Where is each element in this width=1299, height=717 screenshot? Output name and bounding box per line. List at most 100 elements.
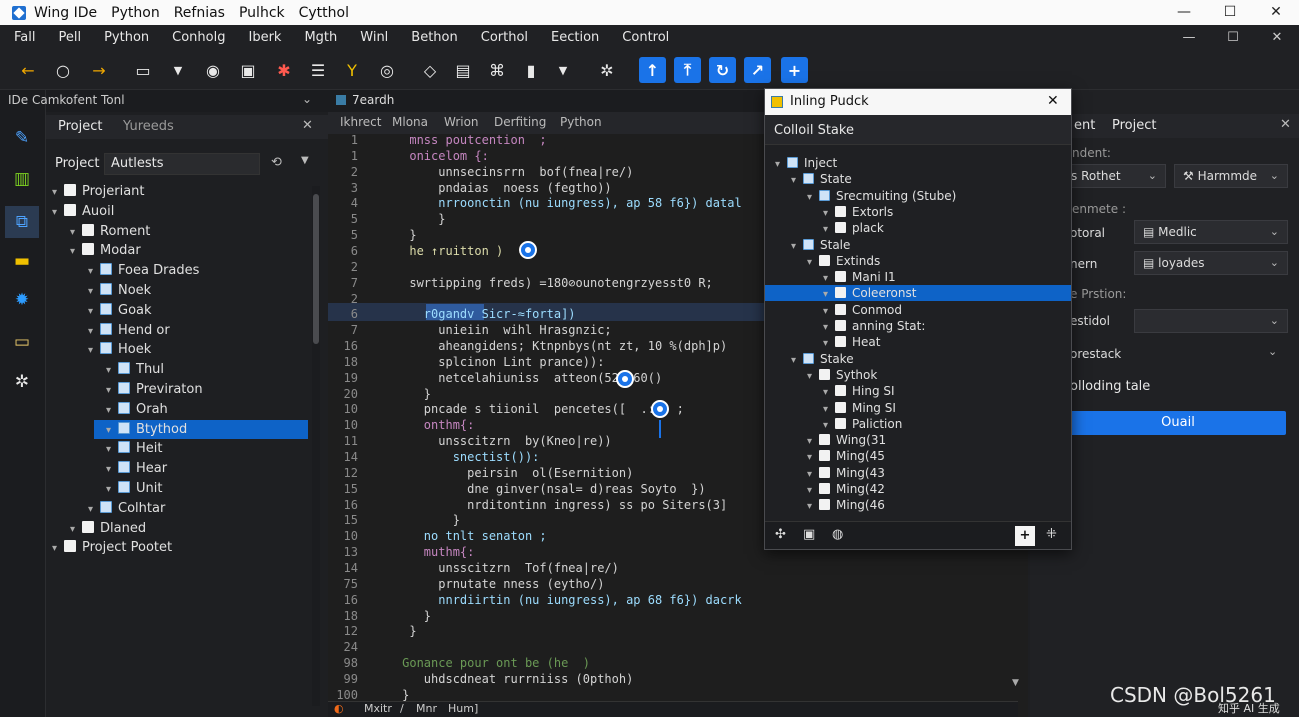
chevron-down-icon[interactable]: ▾ (791, 239, 803, 255)
code-line[interactable]: 75 prnutate nness (eytho/) (328, 576, 768, 592)
code-line[interactable]: 18 } (328, 608, 768, 624)
dropdown[interactable]: ⚒ Harmmde ⌄ (1174, 164, 1288, 188)
popup-tree-item[interactable]: ▾ Inject (775, 155, 837, 171)
step-over-icon[interactable]: ↗ (744, 57, 771, 83)
popup-tree-item[interactable]: ▾ Extinds (807, 253, 880, 269)
code-line[interactable]: 99 uhdscdneat rurrniiss (0pthoh) (328, 671, 768, 687)
menu-item[interactable]: Fall (14, 30, 35, 45)
code-line[interactable]: 14 unsscitzrn Tof(fnea|re/) (328, 560, 768, 576)
window-alert-icon[interactable]: ▣ (236, 58, 260, 82)
subtab[interactable]: Wrion (444, 115, 479, 129)
chevron-down-icon[interactable]: ▾ (88, 262, 100, 281)
tree-item[interactable]: ▾ Hoek (88, 340, 151, 359)
chevron-down-icon[interactable]: ▾ (52, 539, 64, 558)
popup-tree-item[interactable]: ▾ Conmod (823, 302, 902, 318)
doc-close-button[interactable]: ✕ (1255, 30, 1299, 45)
tag-icon[interactable]: ◇ (418, 58, 442, 82)
tree-item[interactable]: ▾ Auoil (52, 202, 114, 221)
chevron-down-icon[interactable]: ▾ (807, 190, 819, 206)
popup-tree-item[interactable]: ▾ Wing(31 (807, 432, 886, 448)
code-line[interactable]: 10 onthm{: (328, 417, 768, 433)
chevron-down-icon[interactable]: ▾ (775, 157, 787, 173)
settings-cluster-icon[interactable]: ✲ (595, 58, 619, 82)
doc-maximize-button[interactable]: ☐ (1211, 30, 1255, 45)
drag-handle-icon[interactable]: ⁜ (1046, 527, 1057, 542)
code-line[interactable]: 2 (328, 259, 768, 275)
tab-project[interactable]: Project (58, 119, 102, 134)
tree-item[interactable]: ▾ Projeriant (52, 182, 145, 201)
add-button[interactable]: + (1015, 526, 1035, 546)
chevron-down-icon[interactable]: ▾ (791, 173, 803, 189)
subtab[interactable]: Ikhrect (340, 115, 381, 129)
menu-item[interactable]: Python (104, 30, 149, 45)
chevron-down-icon[interactable]: ▾ (88, 500, 100, 519)
menu-item[interactable]: Bethon (411, 30, 457, 45)
popup-tree-item[interactable]: ▾ Sythok (807, 367, 877, 383)
network-icon[interactable]: ⌘ (485, 58, 509, 82)
editor-tab[interactable]: 7eardh (352, 93, 394, 107)
circle-icon[interactable]: ○ (51, 58, 75, 82)
scrollbar[interactable] (312, 186, 320, 706)
chevron-down-icon[interactable]: ▾ (807, 255, 819, 271)
code-line[interactable]: 12 } (328, 623, 768, 639)
chevron-down-icon[interactable]: ▾ (807, 499, 819, 515)
code-line[interactable]: 20 } (328, 386, 768, 402)
menu-item[interactable]: Mgth (304, 30, 337, 45)
menu-item[interactable]: Winl (360, 30, 388, 45)
dropdown[interactable]: ▤ Medlic ⌄ (1134, 220, 1288, 244)
subtab[interactable]: Mlona (392, 115, 428, 129)
code-line[interactable]: 18 splcinon Lint prance)): (328, 354, 768, 370)
filter-icon[interactable]: Y (340, 58, 364, 82)
code-line[interactable]: 7 swrtipping freds) =180⊘ounotengrzyesst… (328, 275, 768, 291)
code-line[interactable]: 24 (328, 639, 768, 655)
close-icon[interactable]: ✕ (302, 118, 313, 133)
code-line[interactable]: 11 unsscitzrn by(Kneo|re)) (328, 433, 768, 449)
chevron-down-icon[interactable]: ▾ (807, 369, 819, 385)
popup-tree-item[interactable]: ▾ plack (823, 220, 884, 236)
tree-item[interactable]: ▾ Thul (106, 360, 164, 379)
tree-item[interactable]: ▾ Previraton (106, 380, 203, 399)
chevron-down-icon[interactable]: ▾ (52, 203, 64, 222)
code-line[interactable]: 13 muthm{: (328, 544, 768, 560)
popup-tree-item[interactable]: ▾ Extorls (823, 204, 893, 220)
tree-item[interactable]: ▾ Orah (106, 400, 168, 419)
code-line[interactable]: 1 onicelom {: (328, 148, 768, 164)
code-line[interactable]: 12 peirsin ol(Esernition) (328, 465, 768, 481)
chevron-down-icon[interactable]: ▼ (1012, 678, 1019, 688)
popup-tree-item[interactable]: ▾ Ming(43 (807, 465, 885, 481)
code-line[interactable]: 10 no tnlt senaton ; (328, 528, 768, 544)
code-line[interactable]: 14 snectist()): (328, 449, 768, 465)
chevron-down-icon[interactable]: ▼ (301, 155, 309, 166)
menu-item[interactable]: Corthol (481, 30, 528, 45)
menu-item[interactable]: Conholg (172, 30, 225, 45)
move-icon[interactable]: ✣ (775, 527, 786, 542)
tree-item[interactable]: ▾ Unit (106, 479, 162, 498)
close-icon[interactable]: ✕ (1047, 93, 1059, 109)
save-icon[interactable]: ▮ (519, 58, 543, 82)
chevron-down-icon[interactable]: ▾ (88, 282, 100, 301)
tab-project[interactable]: Project (1112, 118, 1156, 133)
chevron-down-icon[interactable]: ▼ (166, 58, 190, 82)
code-line[interactable]: 19 netcelahiuniss atteon(526860() (328, 370, 768, 386)
chevron-down-icon[interactable]: ▾ (106, 480, 118, 499)
breakpoint-marker[interactable] (519, 241, 537, 259)
globe-icon[interactable]: ◍ (832, 527, 843, 542)
code-line[interactable]: 4 nrroonctin (nu iungress), ap 58 f6}) d… (328, 195, 768, 211)
chevron-down-icon[interactable]: ▾ (106, 401, 118, 420)
code-line[interactable]: 98 Gonance pour ont be (he ) (328, 655, 768, 671)
editor-scrollbar[interactable]: ▼ (1012, 550, 1022, 690)
cog-icon[interactable]: ✲ (10, 370, 34, 394)
tree-item[interactable]: ▾ Hend or (88, 321, 170, 340)
close-button[interactable]: ✕ (1253, 0, 1299, 25)
chevron-down-icon[interactable]: ▾ (70, 242, 82, 261)
popup-tree-item[interactable]: ▾ Hing SI (823, 383, 895, 399)
popup-tree-item[interactable]: ▾ Paliction (823, 416, 902, 432)
chevron-down-icon[interactable]: ▾ (70, 520, 82, 539)
code-line[interactable]: 16 aheangidens; Ktnpnbys(nt zt, 10 %(dph… (328, 338, 768, 354)
chevron-down-icon[interactable]: ▼ (551, 58, 575, 82)
chevron-down-icon[interactable]: ▾ (106, 440, 118, 459)
refresh-icon[interactable]: ↻ (709, 57, 736, 83)
breakpoint-marker[interactable] (651, 400, 669, 418)
chevron-down-icon[interactable]: ▾ (88, 302, 100, 321)
code-line[interactable]: 15 } (328, 512, 768, 528)
